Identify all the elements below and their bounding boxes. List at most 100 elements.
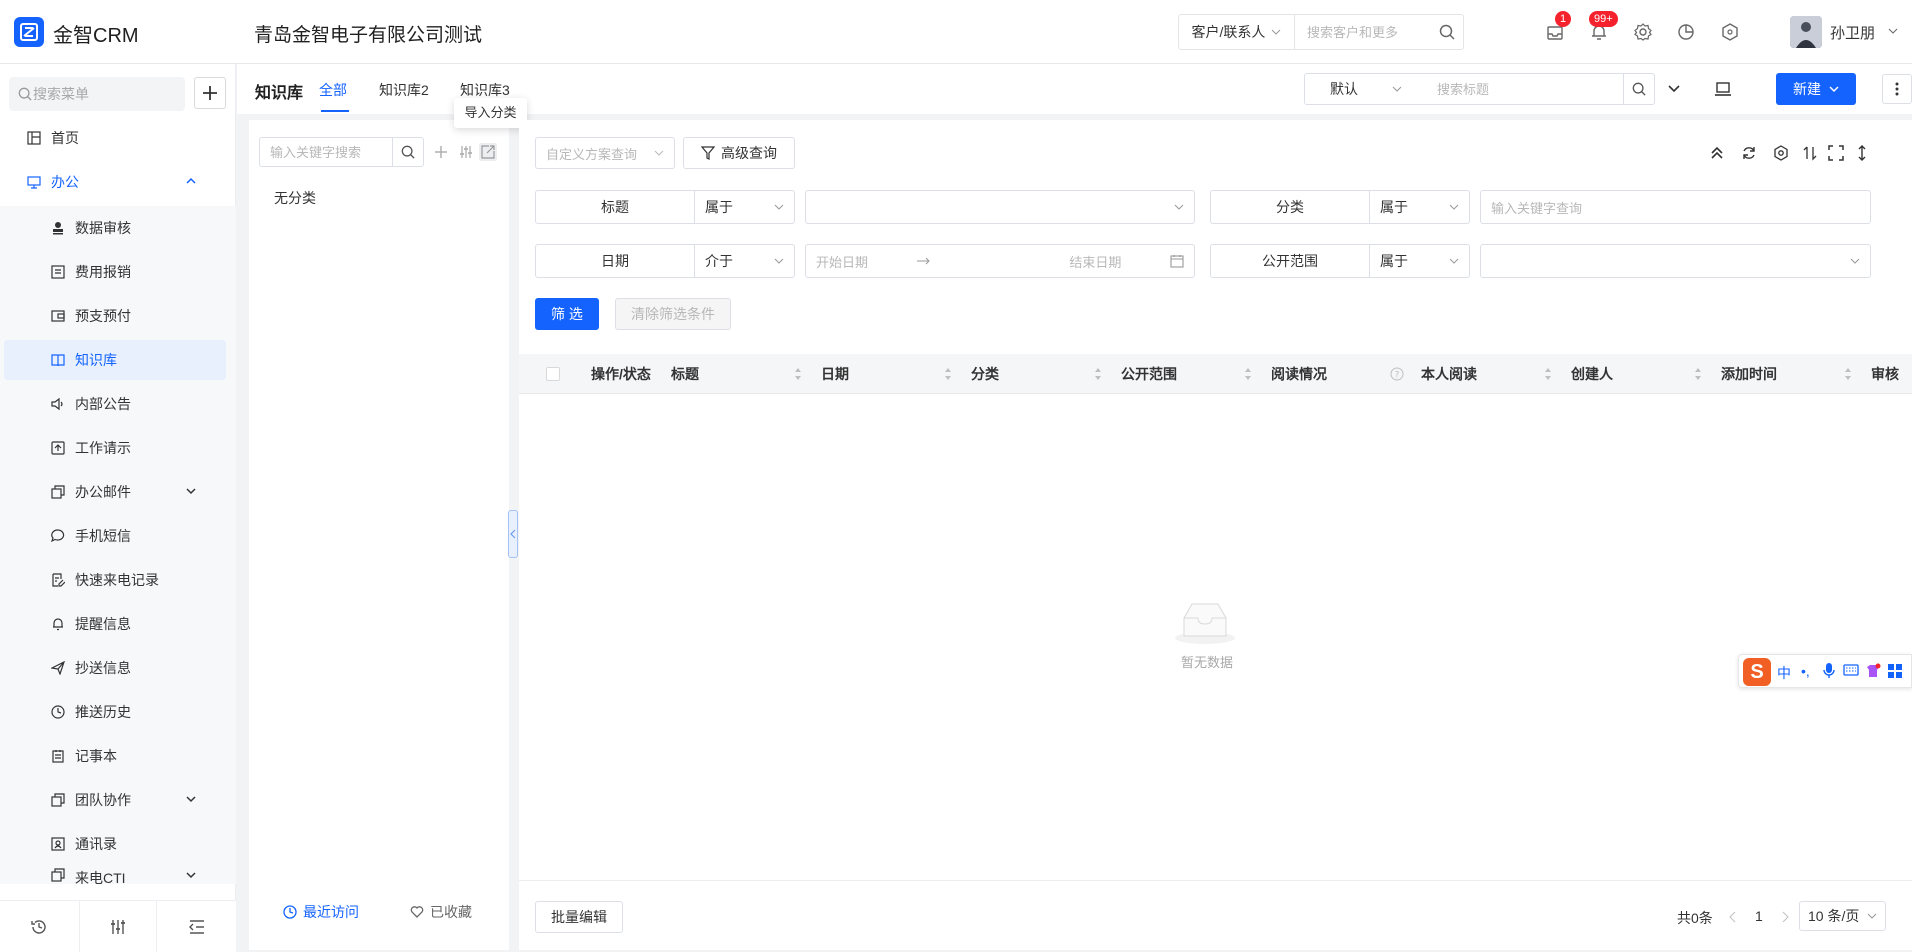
column-header-scope[interactable]: 公开范围 [1121,354,1177,394]
sidebar-item-work-request[interactable]: 工作请示 [0,428,226,468]
skin-icon[interactable] [1865,663,1881,681]
microphone-icon[interactable] [1823,663,1835,681]
sidebar-item-contacts[interactable]: 通讯录 [0,824,226,864]
history-icon[interactable] [0,901,78,952]
filter-button[interactable]: 筛 选 [535,298,599,330]
collapse-up-icon[interactable] [1706,142,1728,164]
sidebar-item-knowledge-base[interactable]: 知识库 [4,340,226,380]
filter-category-operator[interactable]: 属于 [1370,190,1470,224]
tab-knowledge-base-2[interactable]: 知识库2 [379,80,429,100]
sidebar-item-cti[interactable]: 来电CTI [0,864,226,884]
ime-logo[interactable]: S [1743,658,1771,686]
sidebar-item-office-mail[interactable]: 办公邮件 [0,472,226,512]
add-menu-button[interactable] [194,77,226,109]
sidebar-item-sms[interactable]: 手机短信 [0,516,226,556]
chevron-down-icon[interactable] [1888,26,1898,36]
column-header-added-time[interactable]: 添加时间 [1721,354,1777,394]
search-icon[interactable] [1623,73,1655,105]
custom-scheme-select[interactable]: 自定义方案查询 [535,137,675,169]
avatar[interactable] [1790,16,1822,48]
sort-icon[interactable] [1544,367,1552,381]
sliders-icon[interactable] [79,901,157,952]
settings-icon[interactable] [1770,142,1792,164]
sort-columns-icon[interactable] [1799,142,1821,164]
inbox-icon[interactable]: 1 [1543,11,1572,44]
gear-icon[interactable] [1631,20,1655,44]
bell-icon[interactable]: 99+ [1587,11,1618,44]
filter-title-operator[interactable]: 属于 [695,190,795,224]
sidebar-item-call-record[interactable]: 快速来电记录 [0,560,226,600]
laptop-icon[interactable] [1707,73,1739,105]
app-logo-icon[interactable] [14,17,44,47]
search-scope-select[interactable]: 客户/联系人 [1179,15,1295,49]
column-header-review[interactable]: 审核 [1871,354,1912,394]
column-header-creator[interactable]: 创建人 [1571,354,1613,394]
ime-mode[interactable]: 中 [1777,663,1791,681]
date-end-placeholder[interactable]: 结束日期 [1069,252,1121,271]
keyboard-icon[interactable] [1843,663,1859,681]
recent-visit-link[interactable]: 最近访问 [283,902,359,922]
filter-category-input[interactable]: 输入关键字查询 [1480,190,1871,224]
category-item[interactable]: 无分类 [274,188,316,208]
add-category-icon[interactable] [432,143,450,161]
ime-punctuation[interactable]: •, [1801,663,1810,681]
view-select[interactable]: 默认 [1304,73,1428,105]
sort-icon[interactable] [1244,367,1252,381]
batch-edit-button[interactable]: 批量编辑 [535,901,623,933]
menu-search-input[interactable] [33,77,179,111]
filter-scope-value[interactable] [1480,244,1871,278]
column-header-self-read[interactable]: 本人阅读 [1421,354,1477,394]
new-button[interactable]: 新建 [1776,73,1856,105]
refresh-icon[interactable] [1738,142,1760,164]
title-search-input[interactable] [1427,73,1624,105]
advanced-query-button[interactable]: 高级查询 [683,137,795,169]
sort-icon[interactable] [1844,367,1852,381]
date-start-placeholder[interactable]: 开始日期 [816,252,868,271]
more-options-icon[interactable] [1882,74,1912,104]
sort-icon[interactable] [944,367,952,381]
user-name[interactable]: 孙卫朋 [1830,22,1875,43]
column-header-category[interactable]: 分类 [971,354,999,394]
chevron-right-icon[interactable] [1781,908,1789,923]
sidebar-item-home[interactable]: 首页 [0,118,226,158]
sort-icon[interactable] [1094,367,1102,381]
sidebar-item-reminder[interactable]: 提醒信息 [0,604,226,644]
sidebar-item-advance[interactable]: 预支预付 [0,296,226,336]
sidebar-item-push-history[interactable]: 推送历史 [0,692,226,732]
filter-date-operator[interactable]: 介于 [695,244,795,278]
favorites-link[interactable]: 已收藏 [410,902,472,922]
sort-settings-icon[interactable] [457,143,475,161]
pie-chart-icon[interactable] [1674,20,1698,44]
sidebar-item-notepad[interactable]: 记事本 [0,736,226,776]
cube-icon[interactable] [1718,20,1742,44]
sidebar-item-office[interactable]: 办公 [0,162,226,202]
tab-all[interactable]: 全部 [319,80,347,100]
page-size-select[interactable]: 10 条/页 [1799,901,1886,931]
current-page[interactable]: 1 [1755,908,1763,924]
chevron-down-icon[interactable] [1658,73,1690,105]
sidebar-item-data-review[interactable]: 数据审核 [0,208,226,248]
sidebar-item-announcement[interactable]: 内部公告 [0,384,226,424]
global-search-input[interactable] [1297,15,1431,49]
filter-title-value[interactable] [805,190,1195,224]
column-header-title[interactable]: 标题 [671,354,699,394]
clear-filters-button[interactable]: 清除筛选条件 [615,298,731,330]
search-icon[interactable] [1431,15,1463,49]
sidebar-item-team[interactable]: 团队协作 [0,780,226,820]
sort-icon[interactable] [1694,367,1702,381]
grid-apps-icon[interactable] [1887,663,1903,681]
fullscreen-icon[interactable] [1825,142,1847,164]
sort-icon[interactable] [794,367,802,381]
collapse-panel-handle[interactable] [508,510,518,558]
tab-knowledge-base-3[interactable]: 知识库3 [460,80,510,100]
category-search-input[interactable] [259,137,393,167]
filter-date-range[interactable]: 开始日期 结束日期 [805,244,1195,278]
help-icon[interactable]: ? [1390,367,1404,381]
sidebar-item-cc[interactable]: 抄送信息 [0,648,226,688]
search-icon[interactable] [392,137,424,167]
filter-scope-operator[interactable]: 属于 [1370,244,1470,278]
column-header-date[interactable]: 日期 [821,354,849,394]
row-height-icon[interactable] [1851,142,1873,164]
import-category-icon[interactable] [479,143,497,161]
sidebar-item-expense[interactable]: 费用报销 [0,252,226,292]
